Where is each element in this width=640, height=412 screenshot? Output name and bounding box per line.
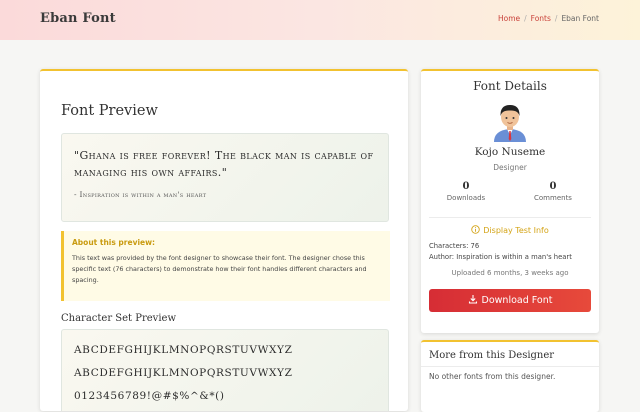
designer-role: Designer — [493, 163, 527, 172]
breadcrumb: Home / Fonts / Eban Font — [498, 14, 599, 23]
font-details-card: Font Details Kojo Nuseme Designer 0 Down… — [421, 69, 599, 333]
downloads-count: 0 — [462, 181, 470, 192]
about-preview-title: About this preview: — [72, 238, 156, 247]
characters-count-line: Characters: 76 — [429, 242, 480, 250]
download-font-button[interactable]: Download Font — [429, 289, 591, 312]
font-preview-title: Font Preview — [61, 103, 158, 119]
about-preview-box: About this preview: This text was provid… — [61, 231, 390, 301]
uploaded-time: Uploaded 6 months, 3 weeks ago — [451, 269, 569, 277]
site-header: Eban Font Home / Fonts / Eban Font — [0, 0, 640, 40]
preview-quote-source: - Inspiration is within a man's heart — [74, 190, 207, 199]
display-test-info-label: Display Test Info — [483, 226, 549, 235]
site-brand[interactable]: Eban Font — [40, 11, 116, 26]
more-from-designer-title: More from this Designer — [429, 350, 555, 361]
download-icon — [468, 295, 477, 304]
charset-uppercase: ABCDEFGHIJKLMNOPQRSTUVWXYZ — [74, 344, 293, 356]
more-from-designer-card: More from this Designer No other fonts f… — [421, 340, 599, 412]
charset-title: Character Set Preview — [61, 313, 177, 324]
designer-name[interactable]: Kojo Nuseme — [421, 146, 599, 158]
font-preview-card: Font Preview "Ghana is free forever! The… — [40, 69, 408, 411]
designer-avatar-icon — [494, 105, 526, 142]
quote-preview-box: "Ghana is free forever! The black man is… — [61, 133, 389, 222]
display-test-info-button[interactable]: Display Test Info — [421, 225, 599, 235]
charset-lowercase: ABCDEFGHIJKLMNOPQRSTUVWXYZ — [74, 367, 293, 379]
breadcrumb-home-link[interactable]: Home — [498, 14, 520, 23]
preview-quote: "Ghana is free forever! The black man is… — [74, 149, 374, 179]
about-preview-text: This text was provided by the font desig… — [72, 254, 367, 284]
comments-label: Comments — [534, 194, 572, 202]
info-circle-icon — [471, 225, 480, 234]
downloads-label: Downloads — [446, 194, 486, 202]
download-font-label: Download Font — [481, 295, 553, 306]
breadcrumb-separator: / — [524, 14, 527, 23]
more-from-designer-empty: No other fonts from this designer. — [429, 372, 556, 381]
comments-stat: 0 Comments — [523, 181, 583, 202]
breadcrumb-fonts-link[interactable]: Fonts — [531, 14, 551, 23]
details-divider — [429, 217, 591, 218]
font-details-title: Font Details — [473, 79, 547, 93]
breadcrumb-separator: / — [554, 14, 558, 23]
author-line: Author: Inspiration is within a man's he… — [429, 253, 572, 261]
charset-preview-box: ABCDEFGHIJKLMNOPQRSTUVWXYZ ABCDEFGHIJKLM… — [61, 329, 389, 411]
more-divider — [421, 366, 599, 367]
comments-count: 0 — [549, 181, 557, 192]
breadcrumb-current: Eban Font — [561, 14, 599, 23]
charset-numbers-symbols: 0123456789!@#$%^&*() — [74, 390, 225, 402]
downloads-stat: 0 Downloads — [436, 181, 496, 202]
